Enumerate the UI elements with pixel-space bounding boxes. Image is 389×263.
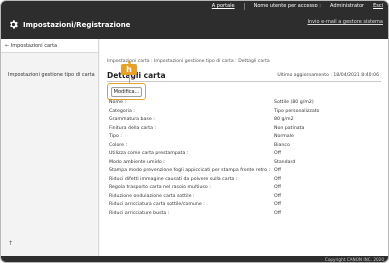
property-row: Categoria : Tipo personalizzato (109, 108, 379, 117)
property-value: Off (274, 210, 281, 216)
property-row: Riduci arricciatura carta sottile/comune… (109, 201, 379, 210)
property-value: Non patinata (274, 125, 305, 131)
property-value: Off (274, 185, 281, 190)
property-row: Stampa modo prevenzione fogli appiccicat… (109, 167, 379, 176)
property-value: Tipo personalizzato (274, 108, 320, 114)
property-key: Riduci arricciatura carta sottile/comune… (109, 202, 205, 207)
property-row: Grammatura base : 80 g/m2 (109, 116, 379, 125)
property-value: Sottile (80 g/m2) (274, 100, 314, 105)
logout-link[interactable]: Esci (373, 3, 383, 10)
property-key: Riduzione ondulazione carta sottile : (109, 193, 195, 199)
page-title: Impostazioni/Registrazione (23, 20, 131, 29)
property-row: Utilizza come carta prestampata : Off (109, 150, 379, 159)
header-links: A portale Nome utente per accesso : Admi… (212, 3, 383, 10)
gear-icon (10, 20, 18, 29)
property-value: Normale (274, 134, 294, 139)
property-value: Off (274, 168, 281, 173)
sidebar: ← Impostazioni carta Impostazioni gestio… (1, 39, 99, 256)
property-value: Off (274, 193, 281, 199)
sidebar-back-link[interactable]: ← Impostazioni carta (1, 39, 98, 53)
property-key: Categoria : (109, 108, 135, 114)
property-row: Riduzione ondulazione carta sottile : Off (109, 193, 379, 202)
property-value: Off (274, 151, 281, 156)
header-divider (243, 3, 245, 10)
property-value: Off (274, 176, 281, 182)
copyright: Copyright CANON INC. 2020 (324, 257, 384, 262)
login-user-name: Administrator (330, 3, 365, 9)
property-row: Tipo : Normale (109, 133, 379, 142)
property-row: Nome : Sottile (80 g/m2) (109, 99, 379, 108)
property-key: Riduci arricciature busta : (109, 210, 170, 216)
property-row: Finitura della carta : Non patinata (109, 125, 379, 134)
login-user-label: Nome utente per accesso : (253, 3, 321, 9)
property-value: Bianco (274, 142, 290, 148)
property-value: Standard (274, 159, 296, 165)
arrow-up-icon[interactable]: ↑ (8, 240, 13, 247)
browser-frame: A portale Nome utente per accesso : Admi… (0, 0, 389, 263)
property-row: Riduci difetti immagine causati da polve… (109, 176, 379, 185)
footer: Copyright CANON INC. 2020 (1, 256, 388, 262)
property-key: Finitura della carta : (109, 125, 157, 131)
property-key: Riduci difetti immagine causati da polve… (109, 176, 238, 182)
property-key: Modo ambiente umido : (109, 159, 165, 165)
main-content: Impostazioni carta : Impostazioni gestio… (100, 39, 388, 256)
property-key: Nome : (109, 100, 126, 105)
last-updated: Ultimo aggiornamento : 18/04/2021 8:40:0… (277, 73, 379, 78)
property-list: Nome : Sottile (80 g/m2) Categoria : Tipo … (109, 99, 379, 218)
property-row: Riduci arricciature busta : Off (109, 210, 379, 219)
sidebar-item-paper-type-management[interactable]: Impostazioni gestione tipo di carta (1, 70, 98, 81)
property-row: Colore : Bianco (109, 142, 379, 151)
property-row: Regola trasporto carta nel rasoio multiu… (109, 184, 379, 193)
property-key: Tipo : (109, 134, 122, 139)
header-bar: A portale Nome utente per accesso : Admi… (1, 1, 388, 39)
property-key: Stampa modo prevenzione fogli appiccicat… (109, 168, 271, 173)
property-value: Off (274, 202, 281, 207)
page-title-row: Impostazioni/Registrazione (8, 19, 130, 30)
property-key: Regola trasporto carta nel rasoio multiu… (109, 185, 211, 190)
title-divider (107, 81, 381, 82)
property-key: Utilizza come carta prestampata : (109, 151, 189, 156)
property-value: 80 g/m2 (274, 117, 294, 122)
property-key: Grammatura base : (109, 117, 155, 122)
edit-button[interactable]: Modifica... (111, 87, 142, 97)
portal-link[interactable]: A portale (212, 3, 235, 10)
email-admin-link[interactable]: Invio e-mail a gestore sistema (307, 19, 383, 25)
property-row: Modo ambiente umido : Standard (109, 159, 379, 168)
property-key: Colore : (109, 142, 128, 148)
